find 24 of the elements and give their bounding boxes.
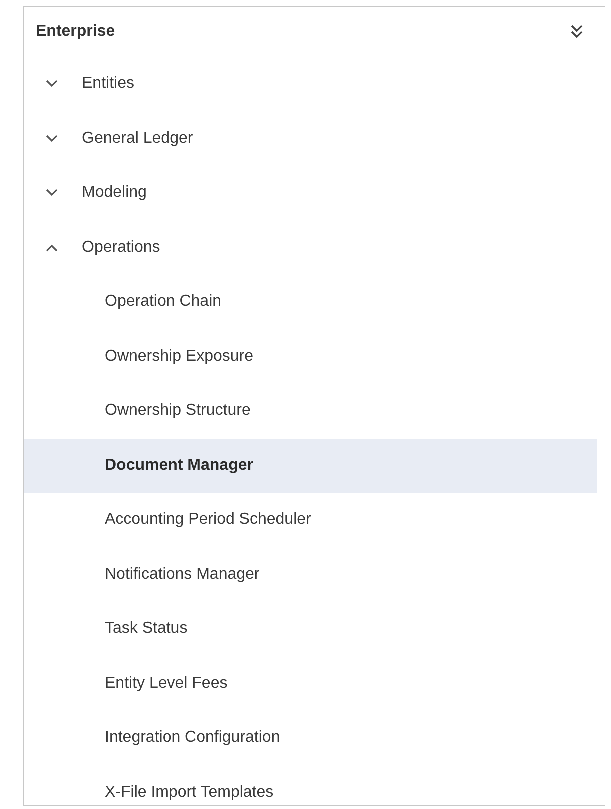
tree-item-label: General Ledger xyxy=(82,130,194,148)
menu-item[interactable]: Task Status xyxy=(24,602,597,656)
double-chevron-icon[interactable] xyxy=(571,25,583,39)
tree-item-label: Operations xyxy=(82,238,160,257)
menu-item[interactable]: Integration Configuration xyxy=(24,711,597,766)
tree-item[interactable]: General Ledger xyxy=(24,112,597,166)
menu-item[interactable]: Ownership Exposure xyxy=(24,330,597,384)
menu-item[interactable]: Entity Level Fees xyxy=(24,656,597,711)
tree-item[interactable]: Modeling xyxy=(24,166,597,220)
selected-menu-item[interactable]: Document Manager xyxy=(24,438,597,493)
chevron-down-icon[interactable] xyxy=(46,189,58,198)
menu-item[interactable]: Notifications Manager xyxy=(24,548,597,602)
chevron-up-icon[interactable] xyxy=(46,244,58,252)
menu-item[interactable]: X-File Import Templates xyxy=(24,766,597,805)
chevron-down-icon[interactable] xyxy=(46,134,58,143)
menu-item[interactable]: Ownership Structure xyxy=(24,384,597,438)
tree-item-label: Entities xyxy=(82,75,134,94)
tree-item[interactable]: Entities xyxy=(24,57,597,112)
menu-item[interactable]: Accounting Period Scheduler xyxy=(24,493,597,548)
tree-item[interactable]: Operations xyxy=(24,220,597,275)
chevron-down-icon[interactable] xyxy=(46,80,58,88)
tree-item-label: Modeling xyxy=(82,184,147,202)
panel-title: Enterprise xyxy=(36,23,116,41)
menu-item[interactable]: Operation Chain xyxy=(24,275,597,330)
